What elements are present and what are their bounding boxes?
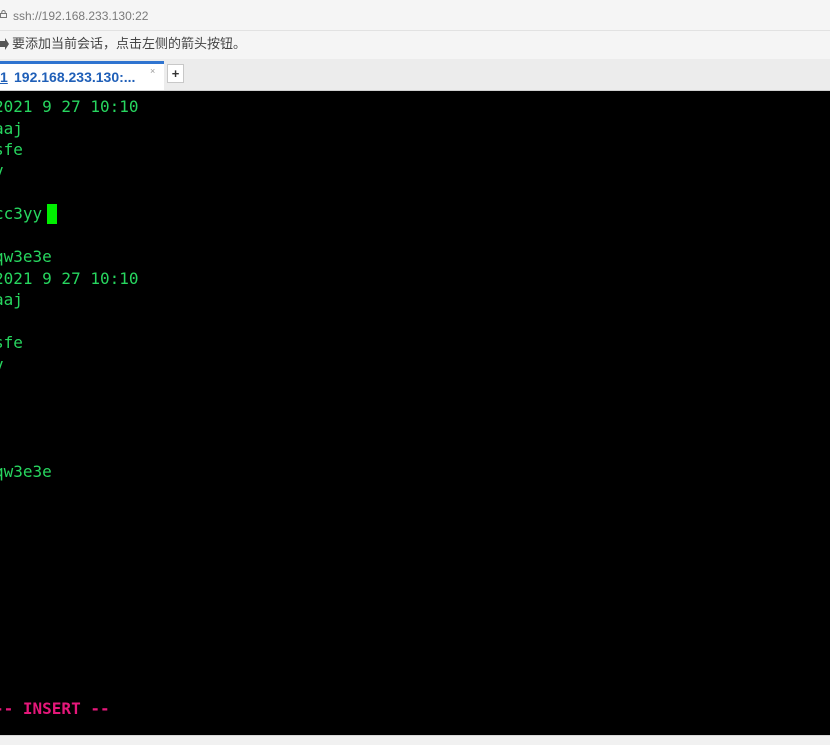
terminal-line: aaj — [0, 119, 23, 138]
terminal-line: sfe — [0, 333, 23, 352]
tab-index: 1 — [0, 69, 8, 85]
new-tab-button[interactable]: + — [167, 64, 184, 83]
terminal-line: 2021 9 27 10:10 — [0, 269, 139, 288]
vim-mode-indicator: -- INSERT -- — [0, 699, 110, 718]
close-icon[interactable]: × — [150, 66, 155, 76]
terminal-line: v — [0, 160, 4, 181]
session-url: ssh://192.168.233.130:22 — [13, 9, 149, 23]
terminal[interactable]: 2021 9 27 10:10 aaj sfe v cc3yy qw3e3e 2… — [0, 91, 830, 735]
terminal-line: qw3e3e — [0, 462, 52, 481]
terminal-line: 2021 9 27 10:10 — [0, 97, 139, 116]
terminal-line: v — [0, 354, 4, 375]
terminal-line: aaj — [0, 290, 23, 309]
tab-strip: 1 192.168.233.130:... × + — [0, 59, 830, 91]
arrow-hint-icon[interactable] — [0, 38, 9, 50]
hint-bar: 要添加当前会话，点击左侧的箭头按钮。 — [0, 31, 830, 59]
session-tab[interactable]: 1 192.168.233.130:... × — [0, 61, 164, 90]
terminal-line: sfe — [0, 140, 23, 159]
tab-label: 192.168.233.130:... — [14, 69, 136, 85]
address-bar[interactable]: ssh://192.168.233.130:22 — [0, 0, 830, 31]
terminal-line: qw3e3e — [0, 247, 52, 266]
terminal-cursor — [47, 204, 57, 224]
lock-icon — [0, 10, 7, 18]
terminal-line: cc3yy — [0, 204, 43, 223]
hint-text: 要添加当前会话，点击左侧的箭头按钮。 — [12, 36, 247, 51]
